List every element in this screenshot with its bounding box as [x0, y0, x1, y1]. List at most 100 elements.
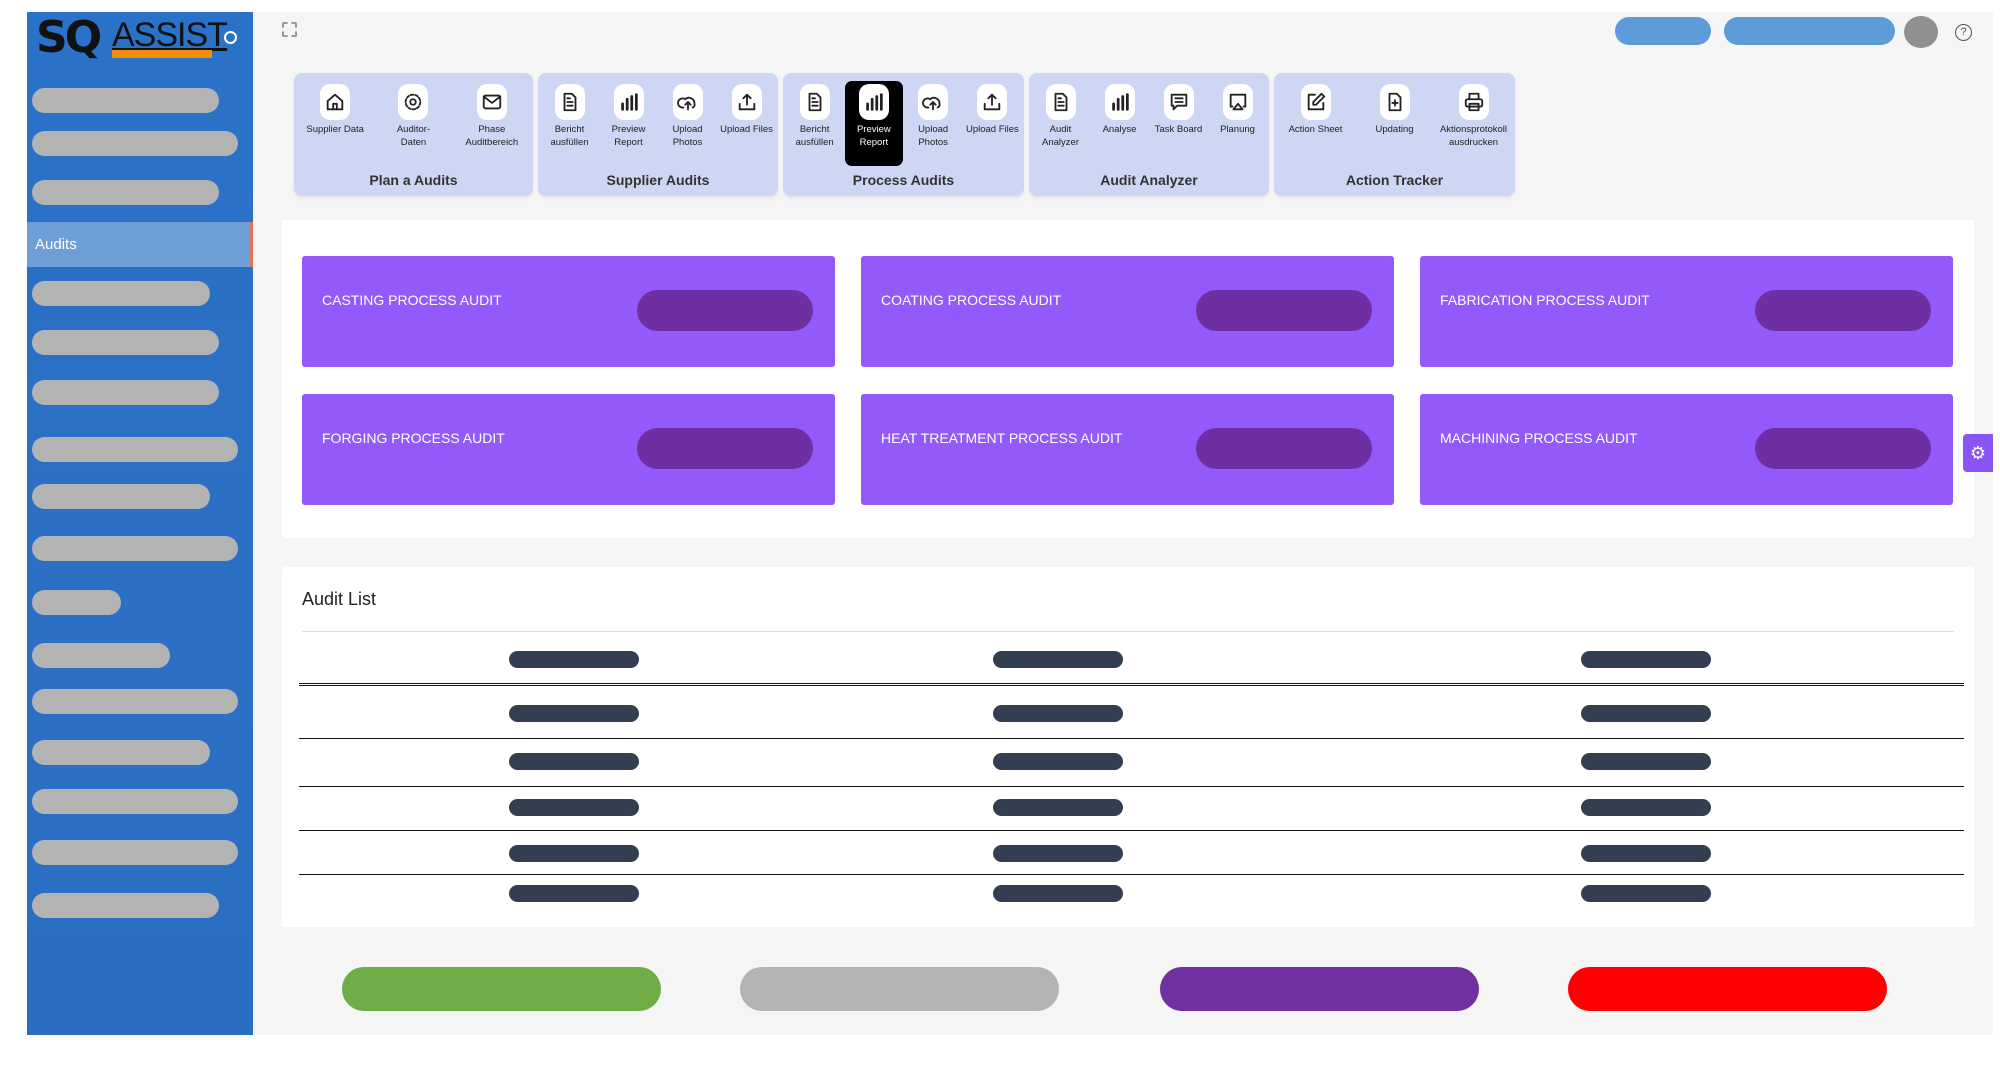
audit-type-card[interactable]: COATING PROCESS AUDIT	[861, 256, 1394, 367]
toolbar-button[interactable]: Planung	[1209, 81, 1267, 166]
sidebar-item[interactable]	[32, 380, 219, 405]
table-cell[interactable]	[993, 799, 1123, 816]
table-cell[interactable]	[1581, 753, 1711, 770]
avatar[interactable]	[1904, 16, 1938, 48]
toolbar-button[interactable]: Updating	[1366, 81, 1424, 166]
sidebar-item[interactable]	[32, 643, 170, 668]
toolbar-button-label: Updating	[1375, 124, 1414, 135]
sidebar-item-audits[interactable]: Audits	[27, 222, 253, 267]
table-cell[interactable]	[509, 845, 639, 862]
sidebar-item[interactable]	[32, 88, 219, 113]
table-cell[interactable]	[993, 845, 1123, 862]
sidebar-item[interactable]	[32, 180, 219, 205]
audit-type-button[interactable]	[1196, 428, 1372, 469]
toolbar-group-title: Process Audits	[852, 172, 955, 188]
toolbar-button-label: Planung	[1220, 124, 1255, 135]
audit-type-card[interactable]: FABRICATION PROCESS AUDIT	[1420, 256, 1953, 367]
toolbar-button[interactable]: Bericht ausfüllen	[541, 81, 599, 166]
settings-icon[interactable]: ⚙	[1963, 434, 1993, 472]
audit-type-title: FORGING PROCESS AUDIT	[322, 430, 505, 446]
footer-button[interactable]	[740, 967, 1059, 1011]
top-button-1[interactable]	[1615, 17, 1711, 45]
table-cell[interactable]	[1581, 885, 1711, 902]
sidebar-item[interactable]	[32, 789, 238, 814]
row-divider	[299, 738, 1964, 739]
edit-icon	[1300, 84, 1331, 120]
table-cell[interactable]	[993, 885, 1123, 902]
toolbar-button[interactable]: Analyse	[1091, 81, 1149, 166]
toolbar-button[interactable]: Supplier Data	[306, 81, 364, 166]
table-cell[interactable]	[993, 651, 1123, 668]
home-icon	[320, 84, 351, 120]
top-button-2[interactable]	[1724, 17, 1895, 45]
audit-type-button[interactable]	[637, 428, 813, 469]
footer-button[interactable]	[342, 967, 661, 1011]
toolbar-button[interactable]: Auditor-Daten	[384, 81, 442, 166]
help-icon[interactable]: ?	[1955, 24, 1972, 41]
audit-list-title: Audit List	[302, 589, 377, 609]
sidebar-item[interactable]	[32, 893, 219, 918]
sidebar-item[interactable]	[32, 437, 238, 462]
footer-button[interactable]	[1568, 967, 1887, 1011]
table-cell[interactable]	[1581, 705, 1711, 722]
sidebar-item[interactable]	[32, 689, 238, 714]
toolbar-button[interactable]: Action Sheet	[1287, 81, 1345, 166]
table-cell[interactable]	[509, 651, 639, 668]
footer-button[interactable]	[1160, 967, 1479, 1011]
toolbar-button-label: Phase Auditbereich	[465, 124, 519, 148]
table-cell[interactable]	[993, 753, 1123, 770]
toolbar-group: Bericht ausfüllen Preview Report Upload Ph…	[538, 73, 778, 196]
sidebar-item[interactable]	[32, 840, 238, 865]
audit-type-card[interactable]: CASTING PROCESS AUDIT	[302, 256, 835, 367]
toolbar-button[interactable]: Aktionsprotokoll ausdrucken	[1440, 81, 1507, 166]
table-cell[interactable]	[509, 705, 639, 722]
logo-underline	[112, 50, 212, 58]
upload-icon	[977, 84, 1008, 120]
audit-type-button[interactable]	[1755, 290, 1931, 331]
toggle-sidebar-icon[interactable]	[224, 31, 237, 44]
toolbar-group: Audit Analyzer Analyse Task Board Planung Au…	[1029, 73, 1269, 196]
table-cell[interactable]	[1581, 845, 1711, 862]
audit-type-card[interactable]: HEAT TREATMENT PROCESS AUDIT	[861, 394, 1394, 505]
audit-type-button[interactable]	[1196, 290, 1372, 331]
row-divider	[299, 830, 1964, 831]
toolbar-button[interactable]: Preview Report	[600, 81, 658, 166]
sidebar-item[interactable]	[32, 330, 219, 355]
table-cell[interactable]	[1581, 651, 1711, 668]
audit-type-card[interactable]: MACHINING PROCESS AUDIT	[1420, 394, 1953, 505]
table-cell[interactable]	[509, 799, 639, 816]
toolbar-button[interactable]: Upload Files	[718, 81, 776, 166]
table-cell[interactable]	[993, 705, 1123, 722]
audit-type-card[interactable]: FORGING PROCESS AUDIT	[302, 394, 835, 505]
toolbar-button[interactable]: Bericht ausfüllen	[786, 81, 844, 166]
toolbar-button[interactable]: Upload Files	[963, 81, 1021, 166]
fullscreen-icon[interactable]	[282, 22, 297, 37]
table-cell[interactable]	[509, 753, 639, 770]
audit-type-button[interactable]	[637, 290, 813, 331]
audit-types-panel: CASTING PROCESS AUDIT COATING PROCESS AUD…	[282, 220, 1974, 538]
sidebar-item[interactable]	[32, 281, 210, 306]
sidebar-item[interactable]	[32, 590, 121, 615]
toolbar-button[interactable]: Audit Analyzer	[1032, 81, 1090, 166]
toolbar-button-label: Upload Files	[720, 124, 773, 135]
file-plus-icon	[1379, 84, 1410, 120]
toolbar-group: Bericht ausfüllen Preview Report Upload Ph…	[783, 73, 1024, 196]
toolbar-button[interactable]: Task Board	[1150, 81, 1208, 166]
audit-type-button[interactable]	[1755, 428, 1931, 469]
divider	[302, 631, 1954, 632]
audit-list-panel: Audit List	[282, 567, 1974, 927]
toolbar-button[interactable]: Preview Report	[844, 81, 903, 166]
toolbar-button-label: Upload Files	[965, 124, 1019, 135]
toolbar-button[interactable]: Upload Photos	[659, 81, 717, 166]
document-icon	[554, 84, 585, 120]
table-cell[interactable]	[1581, 799, 1711, 816]
sidebar-item[interactable]	[32, 484, 210, 509]
table-cell[interactable]	[509, 885, 639, 902]
sidebar-item[interactable]	[32, 740, 210, 765]
sidebar-item[interactable]	[32, 536, 238, 561]
sidebar-item[interactable]	[32, 131, 238, 156]
row-divider	[299, 786, 1964, 787]
toolbar-button-label: Task Board	[1154, 124, 1203, 135]
toolbar-button[interactable]: Phase Auditbereich	[463, 81, 521, 166]
toolbar-button[interactable]: Upload Photos	[904, 81, 962, 166]
